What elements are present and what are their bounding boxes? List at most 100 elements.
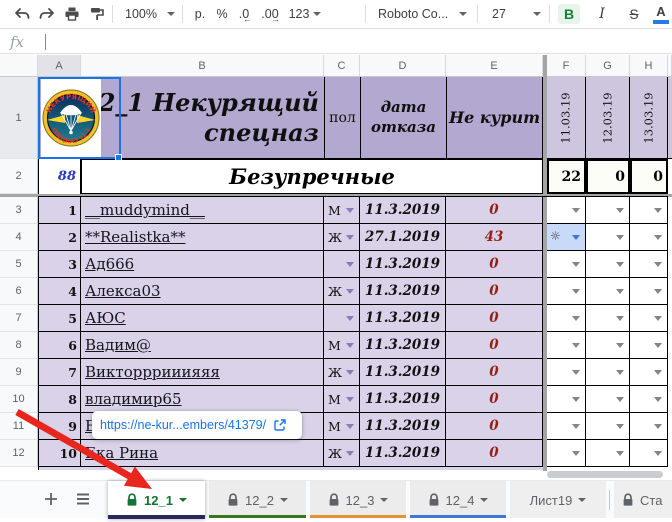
day-cell[interactable] xyxy=(547,332,586,359)
day-cell[interactable] xyxy=(586,332,630,359)
row-header-7[interactable]: 7 xyxy=(0,305,38,332)
strikethrough-button[interactable]: S xyxy=(626,4,642,24)
gender-cell[interactable]: Ж xyxy=(324,440,360,467)
increase-decimals-button[interactable]: .00→ xyxy=(257,4,283,24)
column-header-B[interactable]: B xyxy=(81,55,324,77)
index-cell[interactable]: 2 xyxy=(38,224,81,251)
member-name-link[interactable]: **Realistka** xyxy=(81,224,324,251)
day-cell[interactable] xyxy=(586,440,630,467)
formula-bar[interactable]: fx xyxy=(0,28,672,54)
horizontal-scrollbar[interactable] xyxy=(547,471,663,478)
dropdown-icon[interactable] xyxy=(346,343,354,348)
font-size-caret[interactable] xyxy=(532,4,542,24)
day-cell[interactable] xyxy=(547,197,586,224)
column-header-E[interactable]: E xyxy=(446,55,543,77)
index-cell[interactable]: 6 xyxy=(38,332,81,359)
quit-date-cell[interactable]: 27.1.2019 xyxy=(360,224,446,251)
quit-date-cell[interactable]: 11.3.2019 xyxy=(360,386,446,413)
gender-cell[interactable]: М xyxy=(324,197,360,224)
column-header-D[interactable]: D xyxy=(360,55,446,77)
dropdown-icon[interactable] xyxy=(654,451,662,456)
dropdown-icon[interactable] xyxy=(572,424,580,429)
percent-format-button[interactable]: % xyxy=(212,4,232,24)
days-count-cell[interactable]: 0 xyxy=(446,386,543,413)
all-sheets-button[interactable] xyxy=(72,488,94,510)
quit-date-cell[interactable]: 11.3.2019 xyxy=(360,440,446,467)
day-cell-highlighted[interactable]: ☼ xyxy=(547,224,586,251)
days-count-cell[interactable]: 0 xyxy=(446,305,543,332)
day-cell[interactable] xyxy=(547,440,586,467)
font-family-caret[interactable] xyxy=(458,4,468,24)
dropdown-icon[interactable] xyxy=(346,424,354,429)
dropdown-icon[interactable] xyxy=(572,451,580,456)
undo-button[interactable] xyxy=(13,4,31,24)
dropdown-icon[interactable] xyxy=(616,397,624,402)
column-header-G[interactable]: G xyxy=(586,55,630,77)
fill-handle[interactable] xyxy=(115,154,122,161)
column-header-A[interactable]: A xyxy=(38,55,81,77)
dropdown-icon[interactable] xyxy=(616,235,624,240)
quit-date-cell[interactable]: 11.3.2019 xyxy=(360,305,446,332)
bold-button[interactable]: B xyxy=(558,4,580,24)
dropdown-icon[interactable] xyxy=(572,208,580,213)
dropdown-icon[interactable] xyxy=(616,451,624,456)
dropdown-icon[interactable] xyxy=(616,262,624,267)
row-header-2[interactable]: 2 xyxy=(0,159,38,194)
tab-sta[interactable]: Ста xyxy=(614,481,672,519)
index-cell[interactable]: 1 xyxy=(38,197,81,224)
dropdown-icon[interactable] xyxy=(616,208,624,213)
dropdown-icon[interactable] xyxy=(616,370,624,375)
date-column-header[interactable]: дата отказа xyxy=(360,77,446,159)
external-link-icon[interactable] xyxy=(273,418,287,432)
tab-list19[interactable]: Лист19 xyxy=(510,481,606,519)
day-total-1[interactable]: 22 xyxy=(547,159,586,194)
number-format-caret[interactable] xyxy=(312,4,322,24)
dropdown-icon[interactable] xyxy=(616,343,624,348)
dropdown-icon[interactable] xyxy=(572,316,580,321)
nosmoke-column-header[interactable]: Не курит xyxy=(446,77,543,159)
add-sheet-button[interactable] xyxy=(40,488,62,510)
gender-cell[interactable]: М xyxy=(324,332,360,359)
index-cell[interactable]: 4 xyxy=(38,278,81,305)
day-header-1[interactable]: 11.03.19 xyxy=(547,77,586,159)
days-count-cell[interactable]: 43 xyxy=(446,224,543,251)
day-cell[interactable] xyxy=(586,224,630,251)
day-cell[interactable] xyxy=(630,251,668,278)
tab-12_4[interactable]: 12_4 xyxy=(410,481,506,519)
member-name-link[interactable]: Вадим@ xyxy=(81,332,324,359)
currency-format-button[interactable]: р. xyxy=(190,4,210,24)
dropdown-icon[interactable] xyxy=(654,370,662,375)
day-cell[interactable] xyxy=(630,224,668,251)
dropdown-icon[interactable] xyxy=(572,343,580,348)
dropdown-icon[interactable] xyxy=(616,316,624,321)
row-header-6[interactable]: 6 xyxy=(0,278,38,305)
font-size-select[interactable]: 27 xyxy=(487,4,511,24)
row-header-12[interactable]: 12 xyxy=(0,440,38,467)
days-count-cell[interactable]: 0 xyxy=(446,278,543,305)
dropdown-icon[interactable] xyxy=(346,370,354,375)
dropdown-icon[interactable] xyxy=(654,208,662,213)
days-count-cell[interactable]: 0 xyxy=(446,332,543,359)
dropdown-icon[interactable] xyxy=(654,343,662,348)
zoom-caret[interactable] xyxy=(166,4,176,24)
dropdown-icon[interactable] xyxy=(346,208,354,213)
dropdown-icon[interactable] xyxy=(616,424,624,429)
decrease-decimals-button[interactable]: .0← xyxy=(233,4,255,24)
days-count-cell[interactable]: 0 xyxy=(446,197,543,224)
dropdown-icon[interactable] xyxy=(654,424,662,429)
dropdown-icon[interactable] xyxy=(346,451,354,456)
row-header-3[interactable]: 3 xyxy=(0,197,38,224)
paint-format-button[interactable] xyxy=(88,4,106,24)
quit-date-cell[interactable]: 11.3.2019 xyxy=(360,332,446,359)
dropdown-icon[interactable] xyxy=(654,289,662,294)
quit-date-cell[interactable]: 11.3.2019 xyxy=(360,359,446,386)
quit-date-cell[interactable]: 11.3.2019 xyxy=(360,278,446,305)
row-header-11[interactable]: 11 xyxy=(0,413,38,440)
gender-cell[interactable]: Ж xyxy=(324,359,360,386)
member-name-link[interactable]: __muddymind__ xyxy=(81,197,324,224)
day-cell[interactable] xyxy=(630,305,668,332)
column-header-C[interactable]: C xyxy=(324,55,360,77)
gender-column-header[interactable]: пол xyxy=(324,77,360,159)
day-cell[interactable] xyxy=(586,197,630,224)
italic-button[interactable]: I xyxy=(594,4,610,24)
